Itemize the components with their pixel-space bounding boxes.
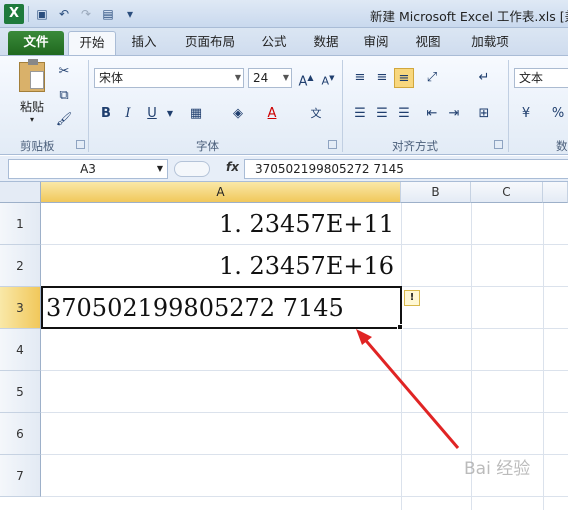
copy-icon[interactable]: ⧉ xyxy=(54,86,74,106)
separator xyxy=(342,60,343,152)
undo-icon[interactable]: ↶ xyxy=(55,5,73,23)
font-color-icon[interactable]: A xyxy=(262,104,282,124)
merge-center-icon[interactable]: ⊞ xyxy=(474,104,494,124)
title-bar: X ▣ ↶ ↷ ▤ ▾ 新建 Microsoft Excel 工作表.xls [… xyxy=(0,0,568,28)
name-box-value: A3 xyxy=(80,162,96,176)
ribbon: 粘贴 ▾ ✂ ⧉ 🖌 剪贴板 宋体 ▼ 24 ▼ A▲ A▼ B I U ▼ ▦… xyxy=(0,55,568,155)
underline-button[interactable]: U xyxy=(142,104,162,124)
chevron-down-icon: ▼ xyxy=(282,73,289,82)
paste-button[interactable]: 粘贴 ▾ xyxy=(14,59,50,128)
watermark: Bai 经验 xyxy=(464,459,531,479)
shrink-font-icon[interactable]: A▼ xyxy=(318,68,338,88)
excel-logo-icon[interactable]: X xyxy=(4,4,24,24)
decrease-indent-icon[interactable]: ⇤ xyxy=(422,104,442,124)
align-middle-icon[interactable]: ≡ xyxy=(372,68,392,88)
tab-formulas[interactable]: 公式 xyxy=(254,31,294,55)
bold-button[interactable]: B xyxy=(96,104,116,124)
alignment-launcher-icon[interactable] xyxy=(494,140,503,149)
font-launcher-icon[interactable] xyxy=(328,140,337,149)
tab-file[interactable]: 文件 xyxy=(8,31,64,55)
cut-icon[interactable]: ✂ xyxy=(54,62,74,82)
worksheet-grid[interactable]: A B C 1 2 3 4 5 6 7 1. 23457E+11 1. 2345… xyxy=(0,182,568,510)
separator xyxy=(88,60,89,152)
group-label-font: 字体 xyxy=(196,139,219,153)
align-center-icon[interactable]: ☰ xyxy=(372,104,392,124)
save-icon[interactable]: ▣ xyxy=(33,5,51,23)
number-format-value: 文本 xyxy=(519,71,544,85)
align-right-icon[interactable]: ☰ xyxy=(394,104,414,124)
redo-icon[interactable]: ↷ xyxy=(77,5,95,23)
formula-bar-handle[interactable] xyxy=(174,161,210,177)
align-bottom-icon[interactable]: ≡ xyxy=(394,68,414,88)
fill-color-icon[interactable]: ◈ xyxy=(228,104,248,124)
phonetic-icon[interactable]: 文 xyxy=(306,104,326,124)
tab-addins[interactable]: 加载项 xyxy=(462,31,518,55)
borders-icon[interactable]: ▦ xyxy=(186,104,206,124)
window-title: 新建 Microsoft Excel 工作表.xls [兼 xyxy=(370,9,568,24)
currency-icon[interactable]: ¥ xyxy=(516,104,536,124)
tab-data[interactable]: 数据 xyxy=(306,31,346,55)
formula-input[interactable]: 370502199805272 7145 xyxy=(244,159,568,179)
grow-font-icon[interactable]: A▲ xyxy=(296,68,316,89)
ribbon-tabs: 文件 开始 插入 页面布局 公式 数据 审阅 视图 加载项 xyxy=(0,28,568,55)
format-painter-icon[interactable]: 🖌 xyxy=(54,110,74,130)
align-top-icon[interactable]: ≡ xyxy=(350,68,370,88)
tab-review[interactable]: 审阅 xyxy=(356,31,396,55)
wrap-text-icon[interactable]: ↵ xyxy=(474,68,494,88)
number-format-combo[interactable]: 文本 xyxy=(514,68,568,88)
insert-function-button[interactable]: fx xyxy=(226,160,239,174)
name-box[interactable]: A3 ▼ xyxy=(8,159,168,179)
align-left-icon[interactable]: ☰ xyxy=(350,104,370,124)
paste-icon xyxy=(19,59,45,92)
font-size-value: 24 xyxy=(253,71,269,85)
form-icon[interactable]: ▤ xyxy=(99,5,117,23)
formula-bar: A3 ▼ fx 370502199805272 7145 xyxy=(0,156,568,182)
group-label-clipboard: 剪贴板 xyxy=(20,139,55,153)
increase-indent-icon[interactable]: ⇥ xyxy=(444,104,464,124)
chevron-down-icon: ▼ xyxy=(234,73,241,82)
group-label-alignment: 对齐方式 xyxy=(392,139,438,153)
paste-label: 粘贴 xyxy=(19,100,44,114)
customize-qat-icon[interactable]: ▾ xyxy=(121,5,139,23)
orientation-icon[interactable]: ⤢ xyxy=(422,68,442,88)
quick-access-toolbar: X ▣ ↶ ↷ ▤ ▾ xyxy=(4,4,139,24)
chevron-down-icon: ▾ xyxy=(29,115,34,124)
group-label-number: 数 xyxy=(556,139,568,153)
font-name-combo[interactable]: 宋体 ▼ xyxy=(94,68,244,88)
tab-insert[interactable]: 插入 xyxy=(124,31,164,55)
clipboard-launcher-icon[interactable] xyxy=(76,140,85,149)
tab-home[interactable]: 开始 xyxy=(68,31,116,55)
font-name-value: 宋体 xyxy=(99,71,124,85)
separator xyxy=(508,60,509,152)
separator xyxy=(28,6,29,22)
percent-button[interactable]: % xyxy=(548,104,568,124)
chevron-down-icon[interactable]: ▼ xyxy=(160,104,180,124)
italic-button[interactable]: I xyxy=(118,104,138,124)
tab-view[interactable]: 视图 xyxy=(408,31,448,55)
font-size-combo[interactable]: 24 ▼ xyxy=(248,68,292,88)
tab-page-layout[interactable]: 页面布局 xyxy=(176,31,244,55)
chevron-down-icon: ▼ xyxy=(156,164,163,173)
